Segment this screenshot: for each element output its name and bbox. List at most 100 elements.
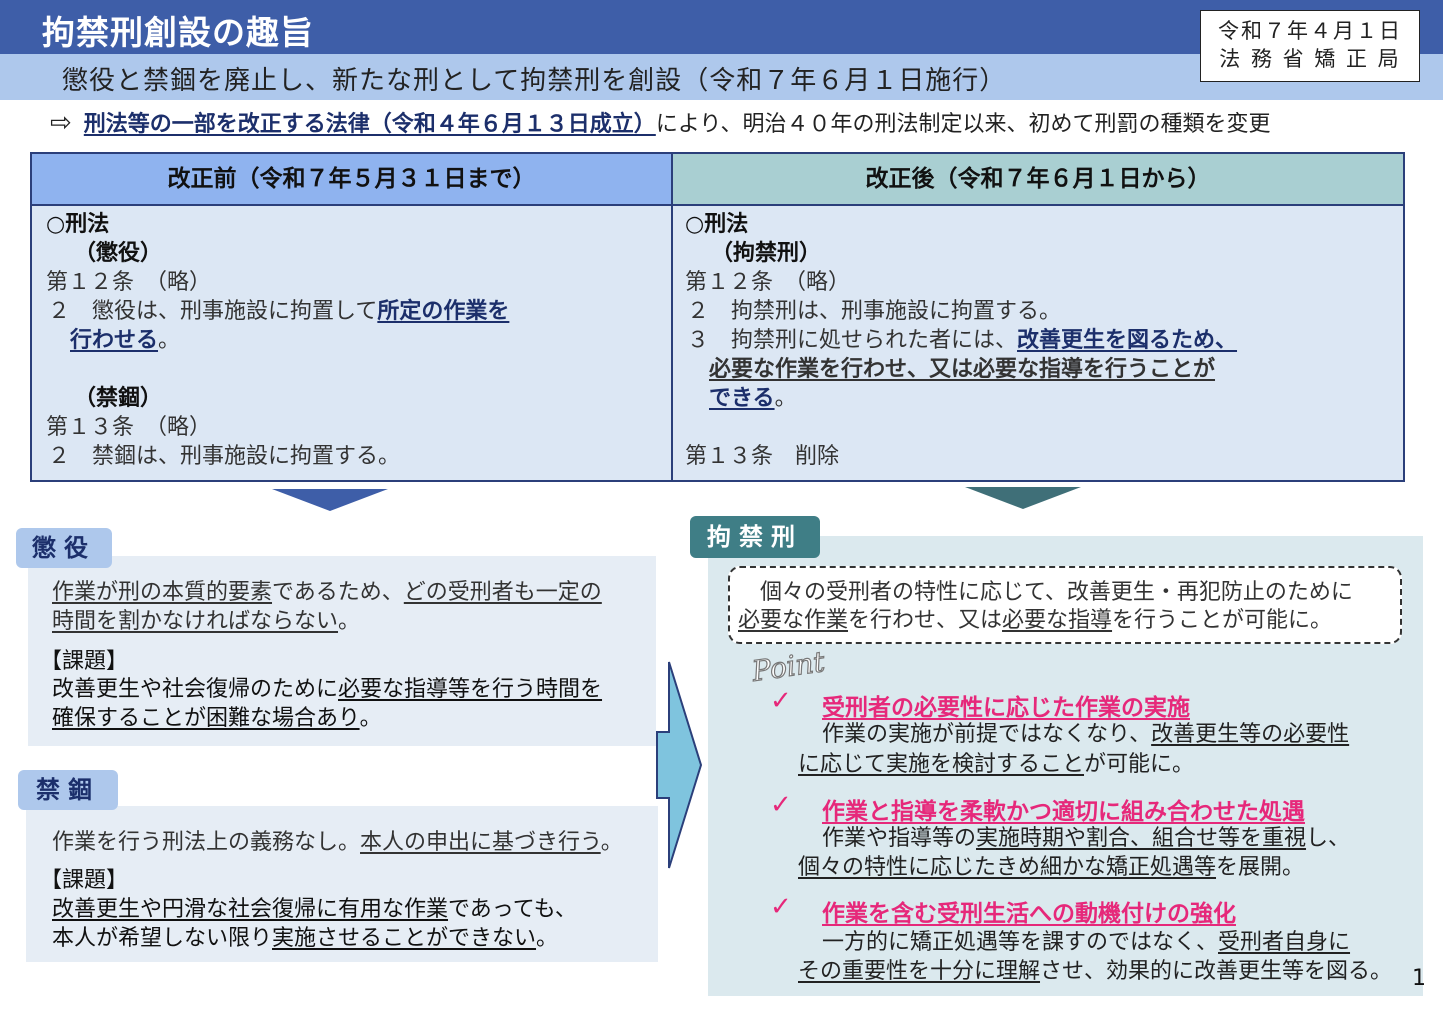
date-line: 令和７年４月１日 bbox=[1218, 19, 1402, 43]
before-art13-2: ２ 禁錮は、刑事施設に拘置する。 bbox=[48, 444, 401, 469]
after-header-label: 改正後（令和７年６月１日から） bbox=[865, 166, 1211, 192]
kinko-line1-emph: 本人の申出に基づき行う bbox=[360, 830, 601, 855]
point2-heading: 作業と指導を柔軟かつ適切に組み合わせた処遇 bbox=[822, 799, 1305, 825]
kinko-line1: 作業を行う刑法上の義務なし。本人の申出に基づき行う。 bbox=[52, 828, 623, 857]
after-art12-3: ３ 拘禁刑に処せられた者には、改善更生を図るため、 bbox=[687, 326, 1237, 355]
kohkin-summary-line1: 個々の受刑者の特性に応じて、改善更生・再犯防止のために bbox=[760, 580, 1353, 605]
point1-line2: に応じて実施を検討することが可能に。 bbox=[798, 750, 1194, 779]
check-icon: ✓ bbox=[770, 892, 792, 922]
after-kohkin-heading: （拘禁刑） bbox=[711, 241, 822, 266]
point2-emph: 実施時期や割合、組合せ等を重視 bbox=[976, 826, 1307, 851]
check-icon: ✓ bbox=[770, 790, 792, 820]
point3-emph: 受刑者自身に bbox=[1218, 930, 1351, 955]
before-art12-2-cont: 行わせる。 bbox=[70, 326, 180, 355]
kinko-tag: 禁錮 bbox=[18, 770, 118, 810]
point2-line1: 作業や指導等の実施時期や割合、組合せ等を重視し、 bbox=[822, 824, 1350, 853]
after-art12-2: ２ 拘禁刑は、刑事施設に拘置する。 bbox=[687, 299, 1062, 324]
point3-line1: 一方的に矯正処遇等を課すのではなく、受刑者自身に bbox=[822, 928, 1350, 957]
after-art12-3-emph: 改善更生を図るため、 bbox=[1017, 328, 1238, 353]
before-kinko-heading: （禁錮） bbox=[74, 386, 163, 411]
down-arrow-right-icon bbox=[965, 487, 1081, 509]
choeki-line1-mid: であるため、 bbox=[272, 580, 404, 605]
choeki-issue-label: 【課題】 bbox=[40, 649, 129, 674]
choeki-issue-emph: 必要な指導等を行う時間を bbox=[338, 677, 603, 702]
point1-emph2: に応じて実施を検討すること bbox=[798, 752, 1085, 777]
kinko-issue-emph2: 実施させることができない bbox=[272, 926, 537, 951]
before-choeki-heading: （懲役） bbox=[74, 241, 163, 266]
kohkin-tag: 拘禁刑 bbox=[690, 516, 820, 558]
kohkin-summary-text1: を行わせ、又は bbox=[848, 608, 1003, 633]
point3-line2: その重要性を十分に理解させ、効果的に改善更生等を図る。 bbox=[798, 957, 1392, 986]
law-line: ⇨ 刑法等の一部を改正する法律（令和４年６月１３日成立）により、明治４０年の刑法制… bbox=[50, 106, 1271, 138]
choeki-line1-emph: 作業が刑の本質的要素 bbox=[52, 580, 273, 605]
after-art12-3-emph3: できる bbox=[709, 386, 775, 411]
point3-emph2: その重要性を十分に理解 bbox=[798, 959, 1041, 984]
after-art12-3-line2: 必要な作業を行わせ、又は必要な指導を行うことが bbox=[709, 357, 1216, 382]
before-body: ○刑法 （懲役） 第１２条 （略） ２ 懲役は、刑事施設に拘置して所定の作業を … bbox=[32, 206, 673, 480]
point3-text: 一方的に矯正処遇等を課すのではなく、 bbox=[822, 930, 1219, 955]
point3-heading: 作業を含む受刑生活への動機付けの強化 bbox=[822, 901, 1236, 927]
date-box: 令和７年４月１日 法 務 省 矯 正 局 bbox=[1200, 10, 1420, 82]
after-art12: 第１２条 （略） bbox=[685, 270, 851, 295]
before-header: 改正前（令和７年５月３１日まで） bbox=[32, 154, 673, 206]
down-arrow-left-icon bbox=[272, 489, 388, 511]
point3-end: させ、効果的に改善更生等を図る。 bbox=[1040, 959, 1393, 984]
choeki-line1-emph2: どの受刑者も一定の bbox=[403, 580, 602, 605]
page-number: 1 bbox=[1412, 966, 1426, 991]
after-keiho: ○刑法 bbox=[685, 212, 749, 237]
page-subtitle: 懲役と禁錮を廃止し、新たな刑として拘禁刑を創設（令和７年６月１日施行） bbox=[62, 66, 1007, 96]
kohkin-summary-text2: を行うことが可能に。 bbox=[1112, 608, 1333, 633]
kohkin-summary-emph2: 必要な指導 bbox=[1002, 608, 1113, 633]
kinko-line1-text: 作業を行う刑法上の義務なし。 bbox=[52, 830, 361, 855]
point1-emph: 改善更生等の必要性 bbox=[1151, 722, 1350, 747]
before-header-label: 改正前（令和７年５月３１日まで） bbox=[167, 166, 536, 192]
choeki-line2: 時間を割かなければならない。 bbox=[52, 607, 360, 636]
before-art12-2-emph: 所定の作業を bbox=[377, 299, 510, 324]
after-body: ○刑法 （拘禁刑） 第１２条 （略） ２ 拘禁刑は、刑事施設に拘置する。 ３ 拘… bbox=[673, 206, 1403, 480]
choeki-line2-emph: 時間を割かなければならない bbox=[52, 609, 339, 634]
big-right-arrow-icon bbox=[656, 661, 703, 869]
choeki-issue-end: 。 bbox=[359, 706, 382, 731]
choeki-issue-line2: 確保することが困難な場合あり。 bbox=[52, 704, 382, 733]
before-art12-2-emph2: 行わせる bbox=[70, 328, 159, 353]
before-art12-2: ２ 懲役は、刑事施設に拘置して所定の作業を bbox=[48, 297, 509, 326]
kohkin-summary-emph1: 必要な作業 bbox=[738, 608, 849, 633]
point2-mid: し、 bbox=[1306, 826, 1351, 851]
kinko-issue-text2: 本人が希望しない限り bbox=[52, 926, 273, 951]
issuer-line: 法 務 省 矯 正 局 bbox=[1219, 47, 1401, 71]
before-art12-2-end: 。 bbox=[158, 328, 181, 353]
after-art12-3-text: ３ 拘禁刑に処せられた者には、 bbox=[687, 328, 1018, 353]
comparison-table: 改正前（令和７年５月３１日まで） 改正後（令和７年６月１日から） ○刑法 （懲役… bbox=[30, 152, 1405, 482]
page-title: 拘禁刑創設の趣旨 bbox=[42, 13, 314, 52]
point2-emph2: 個々の特性に応じたきめ細かな矯正処遇等 bbox=[798, 855, 1217, 880]
choeki-line1: 作業が刑の本質的要素であるため、どの受刑者も一定の bbox=[52, 578, 602, 607]
choeki-issue-text: 改善更生や社会復帰のために bbox=[52, 677, 339, 702]
kinko-issue-end: 。 bbox=[536, 926, 559, 951]
point2-text: 作業や指導等の bbox=[822, 826, 977, 851]
kohkin-summary-line2: 必要な作業を行わせ、又は必要な指導を行うことが可能に。 bbox=[738, 606, 1332, 635]
law-name: 刑法等の一部を改正する法律（令和４年６月１３日成立） bbox=[83, 112, 656, 137]
after-art13: 第１３条 削除 bbox=[685, 444, 840, 469]
choeki-issue-emph2: 確保することが困難な場合あり bbox=[52, 706, 360, 731]
after-art12-3-line3: できる。 bbox=[709, 384, 797, 413]
point1-end: が可能に。 bbox=[1084, 752, 1195, 777]
point1-heading: 受刑者の必要性に応じた作業の実施 bbox=[822, 695, 1190, 721]
kinko-issue-line1: 改善更生や円滑な社会復帰に有用な作業であっても、 bbox=[52, 895, 577, 924]
arrow-right-icon: ⇨ bbox=[50, 108, 72, 138]
point2-line2: 個々の特性に応じたきめ細かな矯正処遇等を展開。 bbox=[798, 853, 1304, 882]
point1-line1: 作業の実施が前提ではなくなり、改善更生等の必要性 bbox=[822, 720, 1349, 749]
kinko-issue-label: 【課題】 bbox=[40, 868, 129, 893]
kinko-issue-line2: 本人が希望しない限り実施させることができない。 bbox=[52, 924, 558, 953]
after-art12-3-end: 。 bbox=[774, 386, 797, 411]
after-header: 改正後（令和７年６月１日から） bbox=[673, 154, 1403, 206]
point2-end: を展開。 bbox=[1216, 855, 1305, 880]
before-art12-2-text: ２ 懲役は、刑事施設に拘置して bbox=[48, 299, 378, 324]
law-line-rest: により、明治４０年の刑法制定以来、初めて刑罰の種類を変更 bbox=[655, 112, 1271, 137]
check-icon: ✓ bbox=[770, 686, 792, 716]
choeki-line2-end: 。 bbox=[338, 609, 361, 634]
choeki-tag: 懲役 bbox=[16, 528, 112, 568]
choeki-issue-line1: 改善更生や社会復帰のために必要な指導等を行う時間を bbox=[52, 675, 602, 704]
kinko-issue-emph: 改善更生や円滑な社会復帰に有用な作業 bbox=[52, 897, 449, 922]
kinko-issue-text: であっても、 bbox=[448, 897, 577, 922]
before-art12: 第１２条 （略） bbox=[46, 270, 212, 295]
